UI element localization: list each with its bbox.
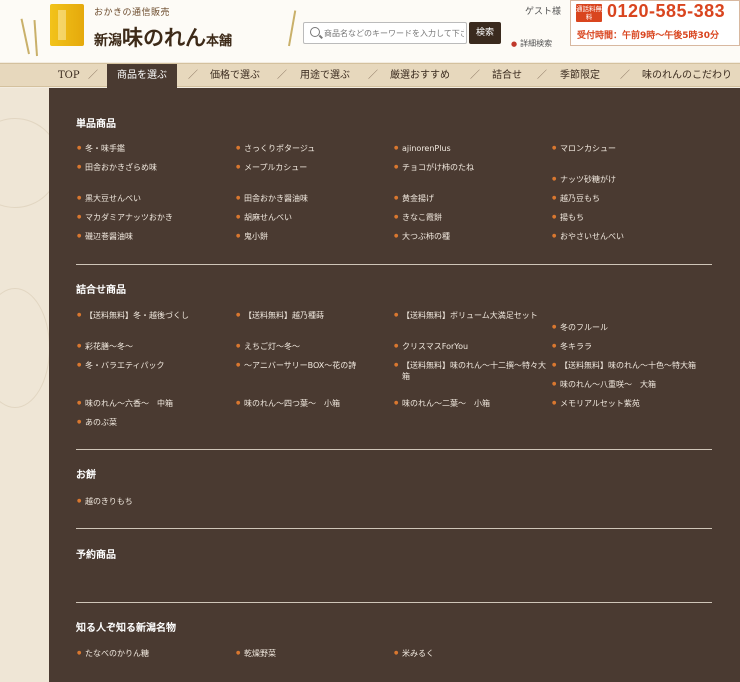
- menu-item[interactable]: 胡麻せんべい: [236, 212, 292, 223]
- section-divider: [76, 528, 712, 529]
- nav-item-products[interactable]: 商品を選ぶ: [107, 64, 177, 88]
- advanced-search-link[interactable]: 詳細検索: [511, 38, 552, 49]
- nav-separator: ／: [368, 70, 378, 81]
- site-tagline: おかきの通信販売: [94, 8, 171, 18]
- menu-item[interactable]: クリスマスForYou: [394, 341, 468, 352]
- nav-item-commitment[interactable]: 味のれんのこだわり: [642, 64, 732, 88]
- menu-item[interactable]: 【送料無料】ボリューム大満足セット: [394, 310, 538, 321]
- nav-item-by-price[interactable]: 価格で選ぶ: [210, 64, 260, 88]
- section-title-assortments: 詰合せ商品: [76, 285, 126, 296]
- nav-separator: ／: [277, 70, 287, 81]
- menu-item[interactable]: 揚もち: [552, 212, 584, 223]
- nav-item-by-use[interactable]: 用途で選ぶ: [300, 64, 350, 88]
- section-title-niigata-specialties: 知る人ぞ知る新潟名物: [76, 623, 176, 634]
- section-title-mochi: お餅: [76, 470, 96, 481]
- menu-item[interactable]: ナッツ砂糖がけ: [552, 174, 616, 185]
- menu-item[interactable]: 味のれん～二葉～ 小箱: [394, 398, 490, 409]
- decorative-circle: [0, 288, 50, 408]
- nav-separator: ／: [620, 70, 630, 81]
- rice-stalk-icon: [288, 10, 297, 47]
- nav-item-recommended[interactable]: 厳選おすすめ: [390, 64, 450, 88]
- menu-item[interactable]: 米みるく: [394, 648, 434, 659]
- menu-item[interactable]: たなべのかりん糖: [77, 648, 149, 659]
- search-input[interactable]: [324, 25, 464, 41]
- nav-separator: ／: [537, 70, 547, 81]
- menu-item[interactable]: 味のれん～四つ葉～ 小箱: [236, 398, 340, 409]
- menu-item[interactable]: マカダミアナッツおかき: [77, 212, 173, 223]
- menu-item[interactable]: 黄金揚げ: [394, 193, 434, 204]
- menu-item[interactable]: あのぶ菜: [77, 417, 117, 428]
- menu-item[interactable]: おやさいせんべい: [552, 231, 624, 242]
- rice-stalk-icon: [20, 18, 30, 55]
- menu-item[interactable]: 冬キララ: [552, 341, 592, 352]
- business-hours: 受付時間：午前9時～午後5時30分: [577, 31, 720, 41]
- brand-main: 味のれん: [122, 25, 206, 50]
- free-call-badge: 通話料無料: [576, 4, 602, 22]
- section-divider: [76, 602, 712, 603]
- menu-item[interactable]: 越乃豆もち: [552, 193, 600, 204]
- brand-prefix: 新潟: [94, 33, 122, 49]
- nav-item-assortments[interactable]: 詰合せ: [492, 64, 522, 88]
- menu-item[interactable]: 【送料無料】味のれん～十色～特大箱: [552, 360, 696, 371]
- menu-item[interactable]: 大つぶ柿の種: [394, 231, 450, 242]
- search-button[interactable]: 検索: [469, 22, 501, 44]
- menu-item[interactable]: 彩花膳～冬～: [77, 341, 133, 352]
- rice-stalk-icon: [33, 20, 38, 57]
- menu-item[interactable]: メモリアルセット紫苑: [552, 398, 640, 409]
- site-brand-name[interactable]: 新潟味のれん本舗: [94, 22, 232, 52]
- menu-item[interactable]: 磯辺巻醤油味: [77, 231, 133, 242]
- section-title-single-items: 単品商品: [76, 119, 116, 130]
- menu-item[interactable]: さっくりポタージュ: [236, 143, 315, 154]
- section-divider: [76, 449, 712, 450]
- menu-item[interactable]: マロンカシュー: [552, 143, 616, 154]
- nav-item-top[interactable]: TOP: [58, 64, 80, 88]
- nav-separator: ／: [470, 70, 480, 81]
- menu-item[interactable]: ～アニバーサリーBOX～花の詩: [236, 360, 356, 371]
- menu-item[interactable]: 冬のフルール: [552, 322, 608, 333]
- nav-item-seasonal[interactable]: 季節限定: [560, 64, 600, 88]
- menu-item[interactable]: 黒大豆せんべい: [77, 193, 141, 204]
- menu-item[interactable]: 冬・バラエティパック: [77, 360, 164, 371]
- phone-contact-box: 通話料無料 0120-585-383 受付時間：午前9時～午後5時30分: [570, 0, 740, 46]
- menu-item[interactable]: 味のれん～六香～ 中箱: [77, 398, 173, 409]
- menu-item[interactable]: 乾燥野菜: [236, 648, 276, 659]
- section-title-reservations[interactable]: 予約商品: [76, 546, 116, 561]
- menu-item[interactable]: 味のれん～八重咲～ 大箱: [552, 379, 656, 390]
- menu-item[interactable]: 田舎おかきざらめ味: [77, 162, 157, 173]
- nav-separator: ／: [188, 70, 198, 81]
- menu-item[interactable]: 越のきりもち: [77, 496, 133, 507]
- menu-item[interactable]: 【送料無料】越乃種蒔: [236, 310, 324, 321]
- menu-item[interactable]: ajinorenPlus: [394, 143, 451, 154]
- search-box: [303, 22, 467, 44]
- menu-item[interactable]: 田舎おかき醤油味: [236, 193, 308, 204]
- menu-item[interactable]: えちご灯～冬～: [236, 341, 300, 352]
- global-nav: TOP ／ 商品を選ぶ ／ 価格で選ぶ ／ 用途で選ぶ ／ 厳選おすすめ ／ 詰…: [0, 63, 740, 88]
- search-icon: [310, 27, 320, 37]
- brand-suffix: 本舗: [206, 34, 233, 49]
- site-header: おかきの通信販売 新潟味のれん本舗 検索 ゲスト様 詳細検索 通話料無料 012…: [0, 0, 740, 62]
- products-mega-menu: 単品商品 冬・味手鑑 さっくりポタージュ ajinorenPlus マロンカシュ…: [49, 88, 740, 682]
- menu-item[interactable]: 冬・味手鑑: [77, 143, 125, 154]
- menu-item[interactable]: チョコがけ柿のたね: [394, 162, 474, 173]
- menu-item[interactable]: 【送料無料】味のれん～十二撰～特々大箱: [394, 360, 552, 382]
- guest-label: ゲスト様: [525, 7, 562, 17]
- menu-item[interactable]: 鬼小餅: [236, 231, 268, 242]
- section-divider: [76, 264, 712, 265]
- menu-item[interactable]: きなこ霞餅: [394, 212, 442, 223]
- phone-number: 0120-585-383: [607, 1, 726, 21]
- brand-logo-icon[interactable]: [50, 4, 84, 46]
- menu-item[interactable]: メープルカシュー: [236, 162, 307, 173]
- menu-item[interactable]: 【送料無料】冬・越後づくし: [77, 310, 189, 321]
- nav-separator: ／: [88, 70, 98, 81]
